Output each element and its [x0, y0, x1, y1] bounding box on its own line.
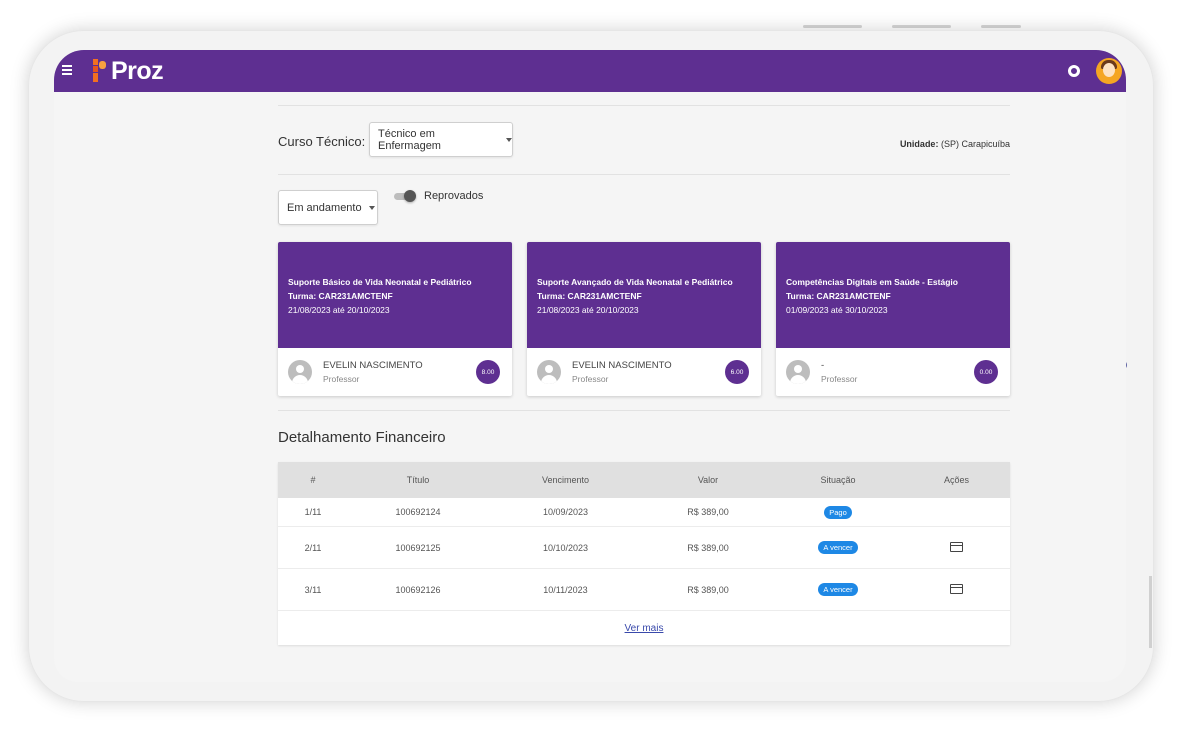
- unit-label: Unidade:: [899, 139, 939, 149]
- person-icon: [537, 360, 561, 384]
- card-class: Turma: CAR231AMCTENF: [288, 291, 393, 301]
- app-screen: Proz Curso Técnico: Técnico em Enfermage…: [54, 50, 1126, 682]
- row-number: 2/11: [304, 542, 322, 553]
- course-card[interactable]: Competências Digitais em Saúde - Estágio…: [776, 242, 1010, 396]
- card-dates: 01/09/2023 até 30/10/2023: [786, 305, 888, 315]
- column-header: Vencimento: [541, 475, 590, 485]
- card-title: Competências Digitais em Saúde - Estágio: [786, 277, 958, 287]
- notification-icon[interactable]: [1068, 65, 1080, 77]
- divider: [278, 410, 1010, 411]
- card-header: Competências Digitais em Saúde - Estágio…: [776, 242, 1010, 348]
- row-title: 100692126: [395, 584, 441, 595]
- row-number: 3/11: [304, 584, 322, 595]
- course-card[interactable]: Suporte Básico de Vida Neonatal e Pediát…: [278, 242, 512, 396]
- column-header: Valor: [697, 475, 719, 485]
- toggle-label: Reprovados: [424, 190, 484, 202]
- top-indicator: [803, 25, 862, 28]
- divider: [278, 174, 1010, 175]
- grade-badge: 8.00: [476, 360, 500, 384]
- row-value: R$ 389,00: [687, 542, 729, 553]
- card-dates: 21/08/2023 até 20/10/2023: [288, 305, 390, 315]
- finance-table: # Título Vencimento Valor Situação Ações…: [278, 462, 1010, 645]
- person-icon: [786, 360, 810, 384]
- credit-card-icon[interactable]: [950, 583, 963, 594]
- course-card[interactable]: Suporte Avançado de Vida Neonatal e Pedi…: [527, 242, 761, 396]
- row-due-date: 10/11/2023: [543, 584, 588, 595]
- course-select[interactable]: Técnico em Enfermagem: [369, 122, 513, 157]
- card-title: Suporte Avançado de Vida Neonatal e Pedi…: [537, 277, 733, 287]
- table-row: 3/11 100692126 10/11/2023 R$ 389,00 A ve…: [278, 569, 1010, 611]
- chevron-down-icon: [368, 205, 375, 210]
- card-class: Turma: CAR231AMCTENF: [537, 291, 642, 301]
- status-badge: A vencer: [818, 583, 858, 596]
- course-label: Curso Técnico:: [278, 134, 366, 149]
- row-title: 100692124: [395, 507, 441, 517]
- column-header: Título: [406, 475, 430, 485]
- top-indicator: [892, 25, 951, 28]
- teacher-role: Professor: [572, 374, 609, 384]
- column-header: Ações: [943, 475, 969, 485]
- brand-logo[interactable]: Proz: [92, 56, 164, 86]
- status-badge: A vencer: [818, 541, 858, 554]
- status-badge: Pago: [824, 505, 852, 519]
- row-due-date: 10/09/2023: [542, 507, 589, 517]
- finance-title: Detalhamento Financeiro: [278, 429, 446, 446]
- divider: [278, 105, 1010, 106]
- row-title: 100692125: [395, 542, 441, 553]
- column-header: Situação: [820, 475, 856, 485]
- card-class: Turma: CAR231AMCTENF: [786, 291, 891, 301]
- grade-badge: 0.00: [974, 360, 998, 384]
- card-dates: 21/08/2023 até 20/10/2023: [537, 305, 639, 315]
- top-app-bar: Proz: [54, 50, 1126, 92]
- card-title: Suporte Básico de Vida Neonatal e Pediát…: [288, 277, 472, 287]
- table-row: 2/11 100692125 10/10/2023 R$ 389,00 A ve…: [278, 527, 1010, 569]
- status-select-value: Em andamento: [287, 201, 362, 214]
- proz-logo-mark: [92, 59, 108, 83]
- see-more-link[interactable]: Ver mais: [278, 611, 1010, 645]
- row-value: R$ 389,00: [687, 584, 729, 595]
- scrollbar[interactable]: [1149, 576, 1152, 648]
- user-avatar[interactable]: [1096, 58, 1122, 84]
- row-number: 1/11: [304, 507, 322, 517]
- credit-card-icon[interactable]: [950, 541, 963, 552]
- teacher-name: EVELIN NASCIMENTO: [572, 360, 672, 371]
- row-due-date: 10/10/2023: [542, 542, 589, 553]
- teacher-name: -: [821, 360, 825, 371]
- teacher-role: Professor: [323, 374, 360, 384]
- card-header: Suporte Avançado de Vida Neonatal e Pedi…: [527, 242, 761, 348]
- course-select-value: Técnico em Enfermagem: [378, 127, 441, 152]
- teacher-name: EVELIN NASCIMENTO: [323, 360, 423, 371]
- status-select[interactable]: Em andamento: [278, 190, 378, 225]
- top-indicator: [981, 25, 1021, 28]
- reprovados-toggle[interactable]: [394, 190, 416, 202]
- card-header: Suporte Básico de Vida Neonatal e Pediát…: [278, 242, 512, 348]
- unit-info: Unidade: (SP) Carapicuíba: [900, 139, 1010, 149]
- row-value: R$ 389,00: [687, 507, 729, 517]
- column-header: #: [310, 475, 316, 485]
- brand-name: Proz: [111, 56, 164, 85]
- menu-icon[interactable]: [62, 65, 72, 75]
- grade-badge: 6.00: [725, 360, 749, 384]
- background: Proz Curso Técnico: Técnico em Enfermage…: [0, 0, 1184, 736]
- table-row: 1/11 100692124 10/09/2023 R$ 389,00 Pago: [278, 498, 1010, 527]
- teacher-role: Professor: [821, 374, 858, 384]
- table-header: # Título Vencimento Valor Situação Ações: [278, 462, 1010, 498]
- chevron-down-icon: [506, 137, 512, 142]
- person-icon: [288, 360, 312, 384]
- unit-value: (SP) Carapicuíba: [940, 139, 1010, 149]
